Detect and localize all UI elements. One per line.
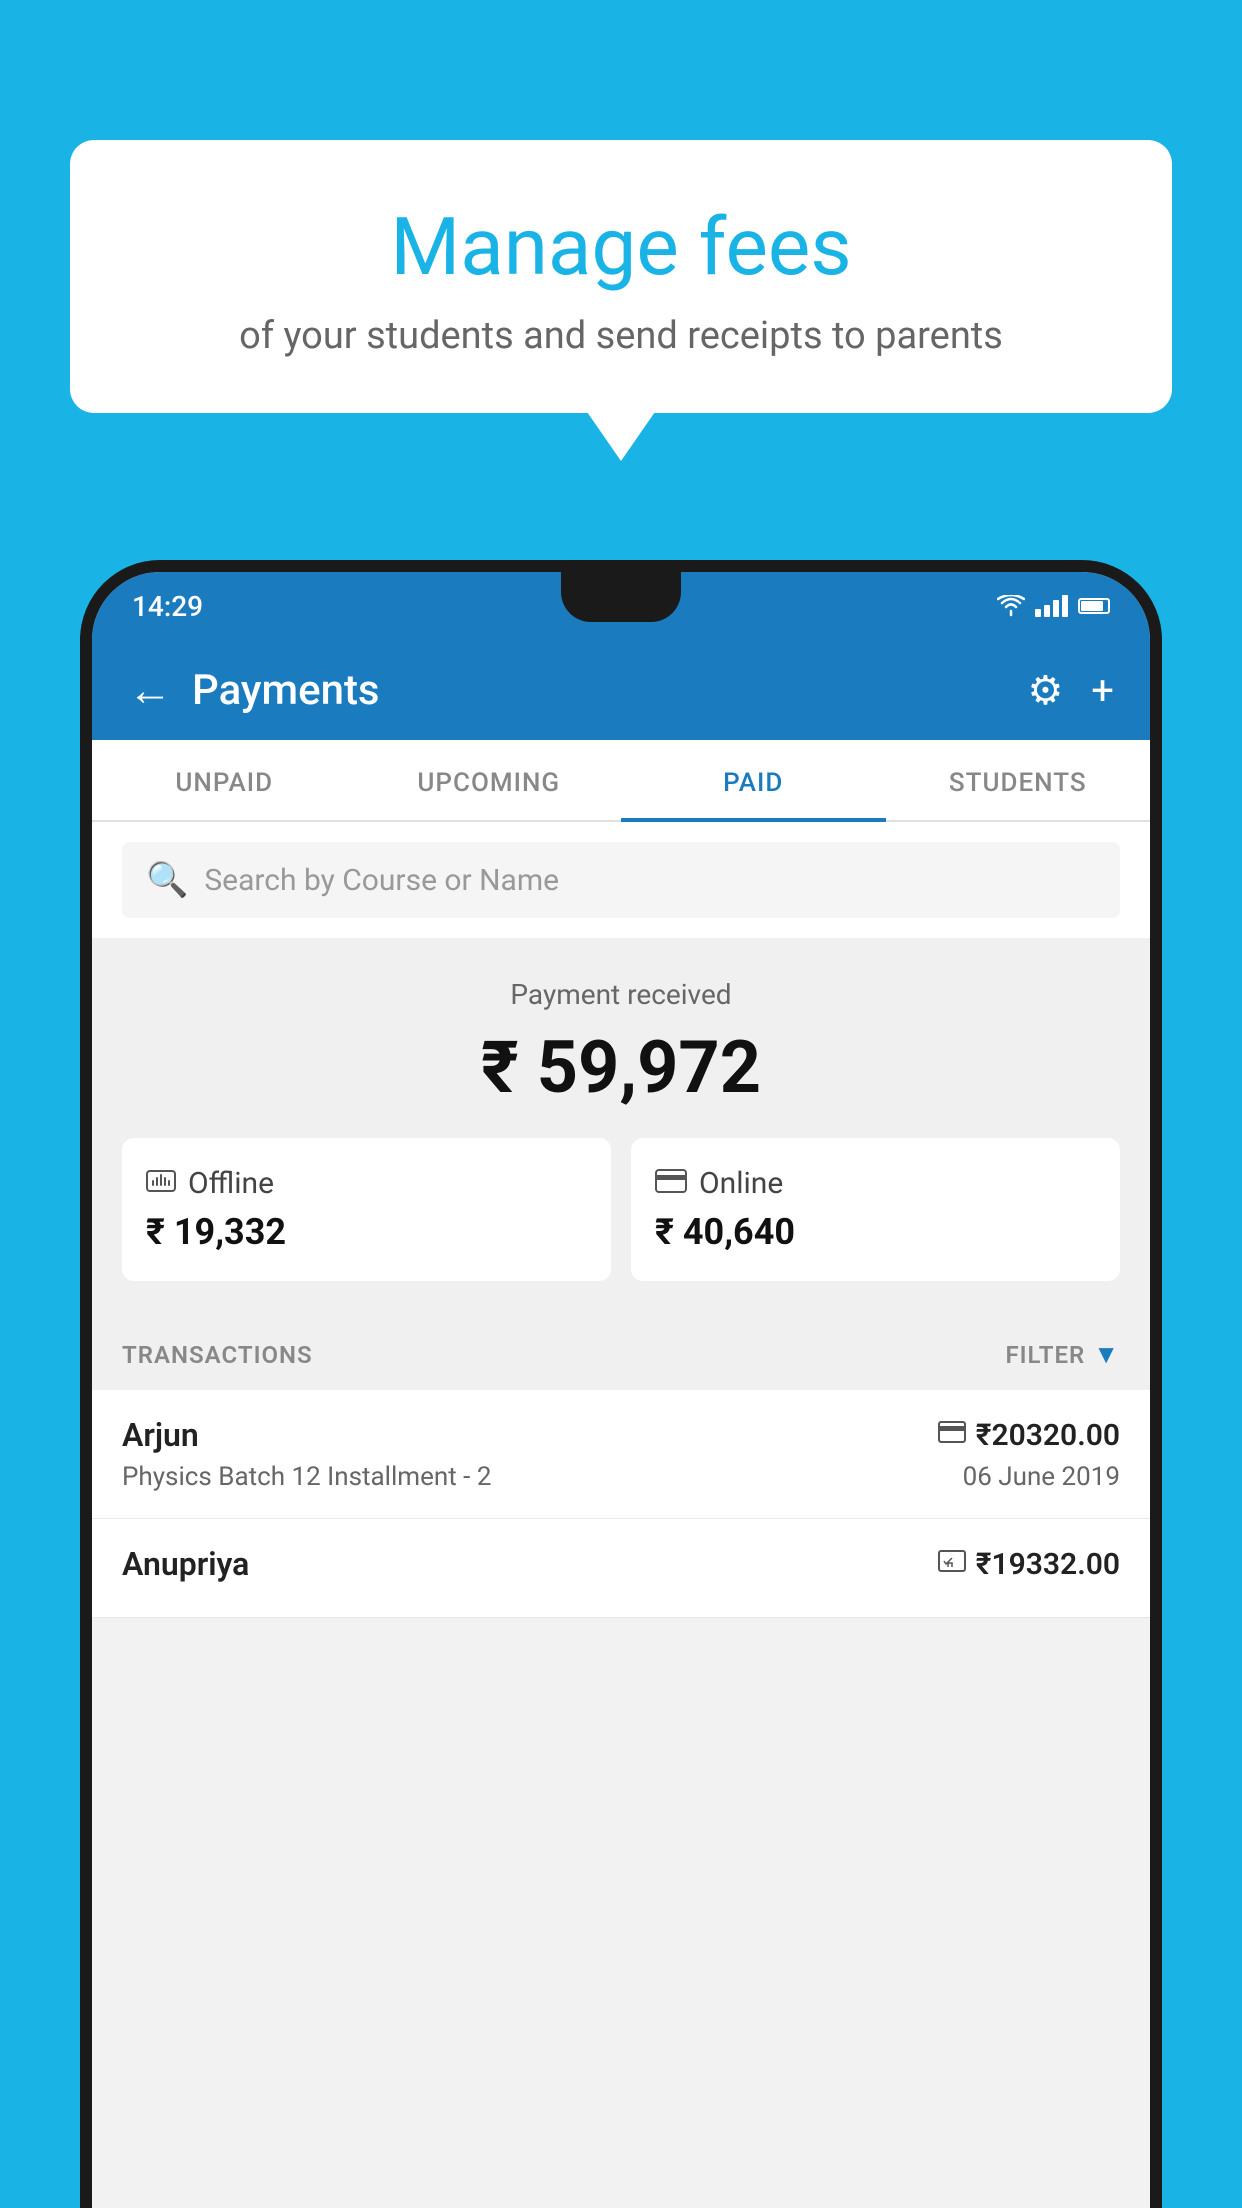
search-container: 🔍 Search by Course or Name: [92, 822, 1150, 938]
search-bar[interactable]: 🔍 Search by Course or Name: [122, 842, 1120, 918]
transactions-header: TRANSACTIONS FILTER ▼: [92, 1311, 1150, 1390]
phone-wrapper: 14:29: [80, 560, 1162, 2208]
payment-summary: Payment received ₹ 59,972 Offline: [92, 938, 1150, 1311]
offline-label: Offline: [188, 1166, 274, 1201]
offline-card: Offline ₹ 19,332: [122, 1138, 611, 1281]
filter-icon: ▼: [1093, 1339, 1120, 1370]
transactions-label: TRANSACTIONS: [122, 1341, 313, 1369]
filter-label: FILTER: [1005, 1341, 1085, 1369]
tab-students[interactable]: STUDENTS: [886, 740, 1151, 820]
online-icon: [655, 1166, 687, 1201]
phone-screen: 14:29: [92, 572, 1150, 2208]
payment-total-amount: ₹ 59,972: [122, 1025, 1120, 1110]
transaction-amount-row-2: ₹19332.00: [938, 1547, 1120, 1582]
tab-upcoming[interactable]: UPCOMING: [357, 740, 622, 820]
tab-unpaid[interactable]: UNPAID: [92, 740, 357, 820]
signal-icon: [1035, 595, 1068, 617]
speech-bubble-title: Manage fees: [130, 200, 1112, 294]
app-bar: ← Payments ⚙ +: [92, 640, 1150, 740]
app-bar-title: Payments: [192, 666, 1027, 715]
online-card: Online ₹ 40,640: [631, 1138, 1120, 1281]
notch: [561, 572, 681, 622]
transaction-date-1: 06 June 2019: [963, 1462, 1120, 1492]
transaction-course-1: Physics Batch 12 Installment - 2: [122, 1462, 491, 1492]
speech-bubble-container: Manage fees of your students and send re…: [70, 140, 1172, 413]
offline-amount: ₹ 19,332: [146, 1211, 587, 1253]
status-icons: [997, 595, 1110, 617]
battery-icon: [1078, 598, 1110, 614]
speech-bubble: Manage fees of your students and send re…: [70, 140, 1172, 413]
transaction-name-1: Arjun: [122, 1416, 199, 1454]
settings-icon[interactable]: ⚙: [1027, 667, 1063, 714]
back-button[interactable]: ←: [128, 664, 172, 716]
filter-button[interactable]: FILTER ▼: [1005, 1339, 1120, 1370]
payment-received-label: Payment received: [122, 978, 1120, 1011]
wifi-icon: [997, 595, 1025, 617]
transaction-row-2[interactable]: Anupriya ₹19332.00: [92, 1519, 1150, 1618]
offline-icon: [146, 1166, 176, 1201]
transaction-amount-2: ₹19332.00: [976, 1547, 1120, 1582]
transaction-name-2: Anupriya: [122, 1545, 249, 1583]
status-bar: 14:29: [92, 572, 1150, 640]
online-label: Online: [699, 1166, 783, 1201]
status-time: 14:29: [132, 590, 203, 623]
search-icon: 🔍: [146, 860, 188, 900]
app-bar-actions: ⚙ +: [1027, 667, 1114, 714]
add-icon[interactable]: +: [1091, 667, 1114, 714]
speech-bubble-subtitle: of your students and send receipts to pa…: [130, 314, 1112, 358]
phone-frame: 14:29: [80, 560, 1162, 2208]
search-input[interactable]: Search by Course or Name: [204, 863, 559, 898]
transaction-type-icon-2: [938, 1549, 966, 1579]
tabs: UNPAID UPCOMING PAID STUDENTS: [92, 740, 1150, 822]
transaction-row[interactable]: Arjun ₹20320.00 Physics Batch 12 Install…: [92, 1390, 1150, 1519]
transaction-amount-1: ₹20320.00: [976, 1418, 1120, 1453]
transaction-amount-row-1: ₹20320.00: [938, 1418, 1120, 1453]
payment-cards: Offline ₹ 19,332 Online: [122, 1138, 1120, 1281]
transaction-type-icon-1: [938, 1420, 966, 1450]
online-amount: ₹ 40,640: [655, 1211, 1096, 1253]
tab-paid[interactable]: PAID: [621, 740, 886, 820]
